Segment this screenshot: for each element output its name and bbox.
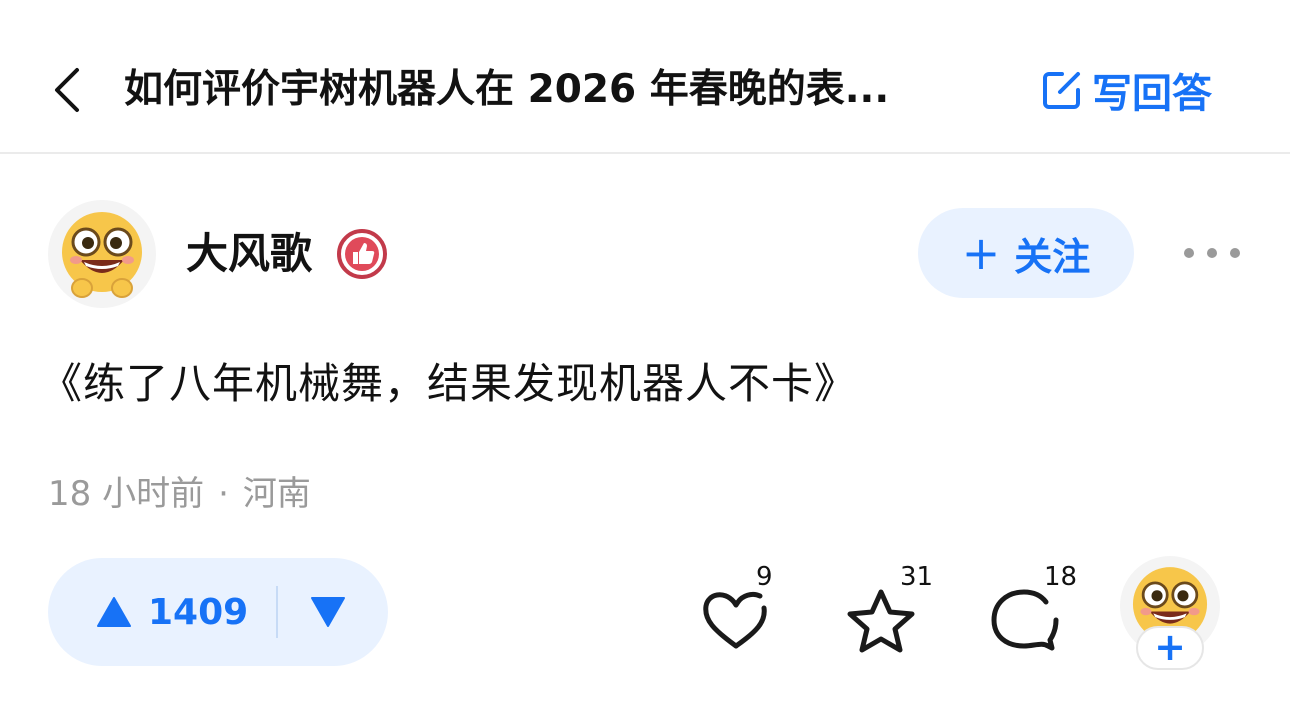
like-count: 9 <box>756 562 773 592</box>
upvote-button[interactable]: 1409 <box>48 558 276 666</box>
triangle-up-icon <box>96 596 132 628</box>
write-answer-button[interactable]: 写回答 <box>1040 62 1212 118</box>
chevron-left-icon <box>55 68 79 112</box>
downvote-button[interactable] <box>278 558 388 666</box>
favorite-count: 31 <box>900 562 934 592</box>
answer-meta: 18 小时前 · 河南 <box>48 470 311 518</box>
meta-separator: · <box>218 474 229 514</box>
comment-bubble-icon <box>991 589 1059 651</box>
grinning-face-avatar-icon <box>62 212 142 298</box>
back-button[interactable] <box>44 62 88 118</box>
comment-count: 18 <box>1044 562 1078 592</box>
author-avatar[interactable] <box>48 200 156 308</box>
plus-icon: + <box>961 226 1001 280</box>
upvote-count: 1409 <box>148 591 249 633</box>
write-answer-label: 写回答 <box>1092 71 1212 117</box>
heart-icon <box>703 591 767 649</box>
question-title[interactable]: 如何评价宇树机器人在 2026 年春晚的表... <box>124 62 1004 118</box>
answer-content: 《练了八年机械舞，结果发现机器人不卡》 <box>40 359 858 408</box>
top-bar: 如何评价宇树机器人在 2026 年春晚的表... 写回答 <box>0 0 1290 154</box>
thumbs-up-badge-icon <box>336 228 388 280</box>
star-icon <box>847 589 915 653</box>
more-dots-icon[interactable] <box>1184 236 1240 270</box>
triangle-down-icon <box>311 597 345 627</box>
edit-icon <box>1040 68 1084 112</box>
follow-button[interactable]: + 关注 <box>918 208 1134 298</box>
vote-pill: 1409 <box>48 558 388 666</box>
add-button[interactable]: + <box>1136 626 1204 670</box>
post-location: 河南 <box>242 474 311 514</box>
post-time: 18 小时前 <box>48 474 205 514</box>
author-name[interactable]: 大风歌 <box>186 226 312 282</box>
follow-label: 关注 <box>1014 234 1091 279</box>
